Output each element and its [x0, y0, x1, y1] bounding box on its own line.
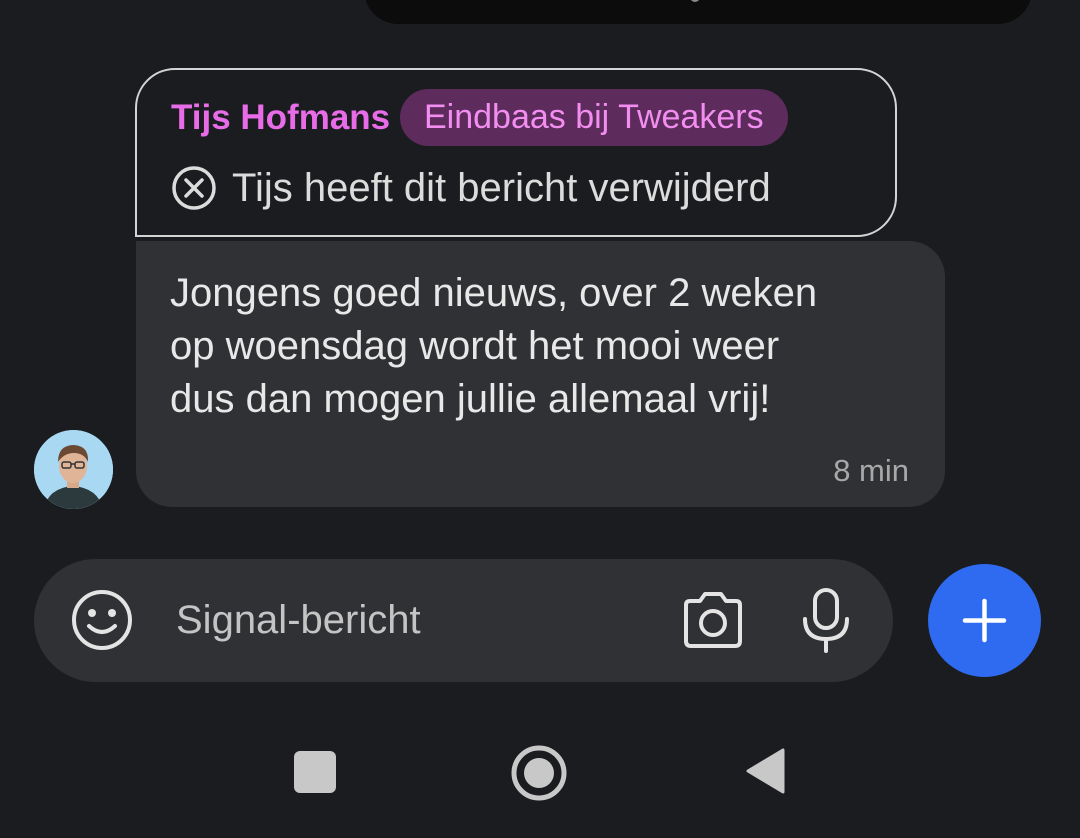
message-text: Jongens goed nieuws, over 2 weken op woe…: [170, 271, 818, 421]
deleted-circle-x-icon: [172, 166, 216, 210]
deleted-message-bubble[interactable]: Tijs Hofmans Eindbaas bij Tweakers Tijs …: [135, 68, 897, 237]
triangle-back-icon[interactable]: [745, 747, 785, 795]
message-input[interactable]: [176, 589, 656, 651]
circle-home-icon[interactable]: [510, 744, 568, 802]
microphone-icon[interactable]: [799, 587, 853, 655]
avatar-photo: [34, 430, 113, 509]
chat-screen: Tijs Hofmans Eindbaas bij Tweakers Tijs …: [0, 0, 1080, 838]
author-badge: Eindbaas bij Tweakers: [400, 89, 788, 146]
message-composer: [34, 559, 893, 682]
camera-icon[interactable]: [680, 589, 746, 651]
square-recents-icon[interactable]: [294, 751, 336, 793]
emoji-icon[interactable]: [70, 588, 134, 652]
message-bubble[interactable]: Jongens goed nieuws, over 2 weken op woe…: [136, 241, 945, 507]
previous-message-bubble[interactable]: [364, 0, 1032, 24]
plus-icon: [962, 598, 1007, 643]
deleted-message-text: Tijs heeft dit bericht verwijderd: [232, 166, 771, 210]
avatar[interactable]: [34, 430, 113, 509]
message-timestamp: 8 min: [833, 453, 909, 488]
add-attachment-button[interactable]: [928, 564, 1041, 677]
message-author[interactable]: Tijs Hofmans: [171, 98, 390, 138]
